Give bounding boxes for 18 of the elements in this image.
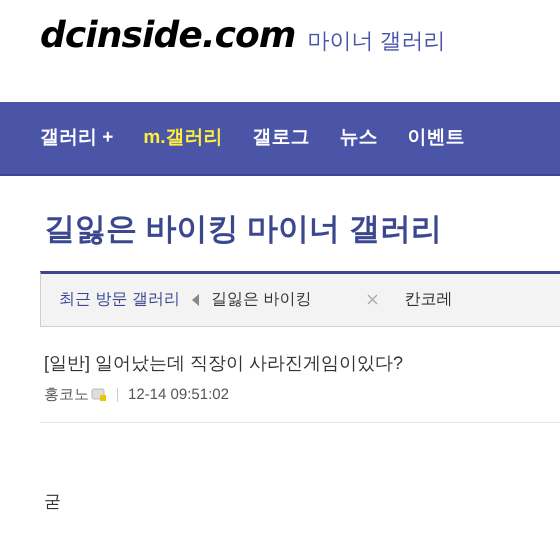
post-date: 12-14 09:51:02 (128, 384, 229, 404)
left-arrow-icon[interactable] (192, 294, 199, 306)
post-body: 굳 (44, 491, 62, 513)
site-subtitle: 마이너 갤러리 (308, 30, 446, 52)
nav-link[interactable]: m.갤러리 (143, 124, 223, 152)
member-icon (91, 388, 107, 402)
nav-link[interactable]: 이벤트 (408, 124, 465, 152)
close-icon[interactable] (367, 294, 378, 306)
site-logo[interactable]: dcinside.com (40, 18, 296, 54)
recent-label: 최근 방문 갤러리 (59, 290, 180, 310)
recent-gallery-link[interactable]: 칸코레 (404, 288, 452, 312)
recent-gallery-link[interactable]: 길잃은 바이킹 (210, 288, 312, 312)
gallery-title: 길잃은 바이킹 마이너 갤러리 (44, 210, 443, 248)
nav-link[interactable]: 갤러리 + (40, 124, 114, 152)
author-name[interactable]: 홍코노 (44, 384, 89, 406)
nav-link[interactable]: 뉴스 (340, 124, 378, 152)
post-title: [일반] 일어났는데 직장이 사라진게임이있다? (44, 352, 404, 375)
nav-link[interactable]: 갤로그 (252, 124, 310, 152)
